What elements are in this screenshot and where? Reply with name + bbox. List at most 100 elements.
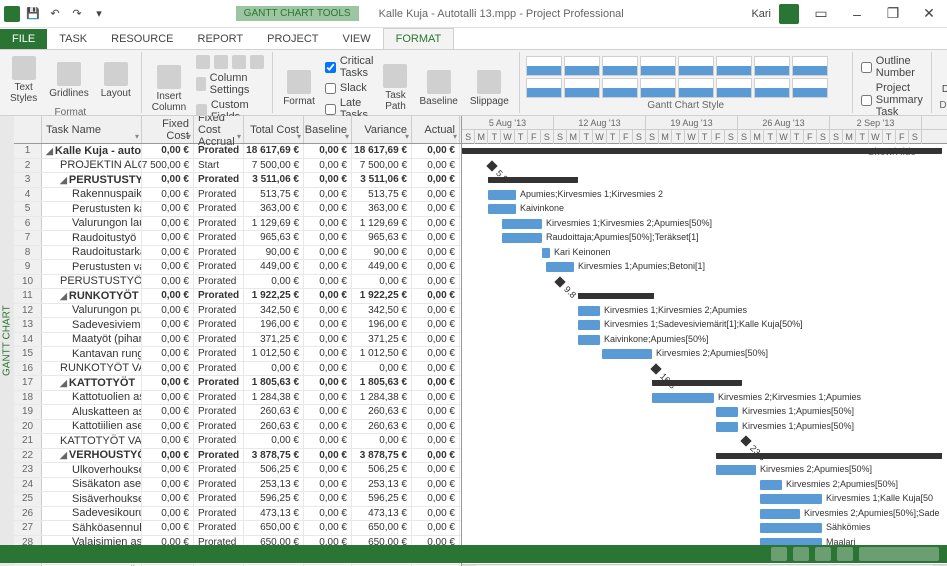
total-cost-cell[interactable]: 1 012,50 € (244, 347, 304, 361)
table-row[interactable]: 15Kantavan rungo0,00 €Prorated1 012,50 €… (14, 347, 461, 362)
total-cost-cell[interactable]: 196,00 € (244, 318, 304, 332)
accrual-cell[interactable]: Prorated (194, 376, 244, 390)
table-row[interactable]: 10PERUSTUSTYÖT VA0,00 €Prorated0,00 €0,0… (14, 275, 461, 290)
baseline-cell[interactable]: 0,00 € (304, 333, 352, 347)
fixed-cost-cell[interactable]: 0,00 € (142, 333, 194, 347)
baseline-cell[interactable]: 0,00 € (304, 405, 352, 419)
table-row[interactable]: 24Sisäkaton asent0,00 €Prorated253,13 €0… (14, 478, 461, 493)
task-name-cell[interactable]: Raudoitustyö (42, 231, 142, 245)
zoom-slider[interactable] (859, 547, 939, 561)
fixed-cost-cell[interactable]: 0,00 € (142, 289, 194, 303)
fixed-cost-cell[interactable]: 0,00 € (142, 231, 194, 245)
task-name-cell[interactable]: Sähköasennuks (42, 521, 142, 535)
view-shortcut-icon[interactable] (837, 547, 853, 561)
task-name-cell[interactable]: Ulkoverhouksen (42, 463, 142, 477)
task-name-cell[interactable]: ◢Kalle Kuja - autotalli (42, 144, 142, 158)
baseline-cell[interactable]: 0,00 € (304, 159, 352, 173)
task-bar[interactable]: Kirvesmies 2;Kirvesmies 1;Apumies (652, 393, 714, 403)
table-row[interactable]: 12Valurungon pur0,00 €Prorated342,50 €0,… (14, 304, 461, 319)
task-name-cell[interactable]: ◢PERUSTUSTYÖT (42, 173, 142, 187)
task-bar[interactable]: Kirvesmies 2;Apumies[50%] (602, 349, 652, 359)
column-settings-button[interactable]: Column Settings (194, 71, 266, 97)
baseline-cell[interactable]: 0,00 € (304, 304, 352, 318)
milestone[interactable]: 9.8 (554, 276, 565, 287)
table-row[interactable]: 25Sisäverhouksen0,00 €Prorated596,25 €0,… (14, 492, 461, 507)
table-row[interactable]: 3◢PERUSTUSTYÖT0,00 €Prorated3 511,06 €0,… (14, 173, 461, 188)
baseline-cell[interactable]: 0,00 € (304, 246, 352, 260)
summary-bar[interactable] (716, 453, 942, 459)
summary-bar[interactable] (462, 148, 942, 154)
table-row[interactable]: 14Maatyöt (pihan0,00 €Prorated371,25 €0,… (14, 333, 461, 348)
fixed-cost-cell[interactable]: 0,00 € (142, 449, 194, 463)
task-name-cell[interactable]: Kantavan rungo (42, 347, 142, 361)
accrual-cell[interactable]: Prorated (194, 507, 244, 521)
variance-cell[interactable]: 0,00 € (352, 362, 412, 376)
table-row[interactable]: 27Sähköasennuks0,00 €Prorated650,00 €0,0… (14, 521, 461, 536)
baseline-cell[interactable]: 0,00 € (304, 260, 352, 274)
task-path-button[interactable]: Task Path (379, 62, 411, 114)
view-shortcut-icon[interactable] (771, 547, 787, 561)
task-bar[interactable]: Kaivinkone (488, 204, 516, 214)
fixed-cost-cell[interactable]: 0,00 € (142, 188, 194, 202)
actual-cell[interactable]: 0,00 € (412, 318, 460, 332)
ribbon-minimize-icon[interactable]: ▭ (807, 4, 835, 24)
format-tab[interactable]: FORMAT (383, 28, 455, 49)
task-bar[interactable]: Kirvesmies 1;Apumies[50%] (716, 422, 738, 432)
table-row[interactable]: 21KATTOTYÖT VALM0,00 €Prorated0,00 €0,00… (14, 434, 461, 449)
accrual-cell[interactable]: Prorated (194, 420, 244, 434)
task-name-cell[interactable]: Sadevesiviemär (42, 318, 142, 332)
summary-bar[interactable] (578, 293, 654, 299)
variance-cell[interactable]: 363,00 € (352, 202, 412, 216)
baseline-cell[interactable]: 0,00 € (304, 391, 352, 405)
accrual-cell[interactable]: Prorated (194, 521, 244, 535)
align-buttons[interactable] (194, 54, 266, 70)
task-bar[interactable]: Kirvesmies 2;Apumies[50%];Sade (760, 509, 800, 519)
baseline-cell[interactable]: 0,00 € (304, 231, 352, 245)
drawing-button[interactable]: Drawing (938, 56, 947, 97)
baseline-cell[interactable]: 0,00 € (304, 376, 352, 390)
insert-column-button[interactable]: Insert Column (148, 63, 190, 115)
project-summary-checkbox[interactable]: Project Summary Task (859, 81, 925, 119)
style-swatch[interactable] (716, 56, 752, 76)
baseline-cell[interactable]: 0,00 € (304, 217, 352, 231)
actual-cell[interactable]: 0,00 € (412, 434, 460, 448)
variance-cell[interactable]: 1 805,63 € (352, 376, 412, 390)
qat-customize-icon[interactable]: ▾ (90, 5, 108, 23)
accrual-cell[interactable]: Prorated (194, 362, 244, 376)
file-tab[interactable]: FILE (0, 29, 47, 49)
variance-cell[interactable]: 90,00 € (352, 246, 412, 260)
actual-cell[interactable]: 0,00 € (412, 507, 460, 521)
total-cost-cell[interactable]: 513,75 € (244, 188, 304, 202)
accrual-cell[interactable]: Prorated (194, 391, 244, 405)
total-cost-cell[interactable]: 371,25 € (244, 333, 304, 347)
table-row[interactable]: 2PROJEKTIN ALOITT7 500,00 €Start7 500,00… (14, 159, 461, 174)
taskname-header[interactable]: Task Name▾ (42, 116, 142, 143)
milestone[interactable]: 16.8 (650, 363, 661, 374)
actual-cell[interactable]: 0,00 € (412, 333, 460, 347)
task-name-cell[interactable]: ◢VERHOUSTYÖT (42, 449, 142, 463)
style-swatch[interactable] (640, 56, 676, 76)
style-swatch[interactable] (602, 56, 638, 76)
fixed-cost-cell[interactable]: 0,00 € (142, 463, 194, 477)
actual-cell[interactable]: 0,00 € (412, 231, 460, 245)
table-row[interactable]: 22◢VERHOUSTYÖT0,00 €Prorated3 878,75 €0,… (14, 449, 461, 464)
variance-header[interactable]: Variance▾ (352, 116, 412, 143)
actual-cell[interactable]: 0,00 € (412, 217, 460, 231)
table-row[interactable]: 9Perustusten val0,00 €Prorated449,00 €0,… (14, 260, 461, 275)
actual-cell[interactable]: 0,00 € (412, 420, 460, 434)
actual-cell[interactable]: 0,00 € (412, 188, 460, 202)
task-name-cell[interactable]: Sisäverhouksen (42, 492, 142, 506)
qat-redo-icon[interactable]: ↷ (68, 5, 86, 23)
view-shortcut-icon[interactable] (793, 547, 809, 561)
accrual-cell[interactable]: Prorated (194, 231, 244, 245)
task-name-cell[interactable]: Raudoitustarkas (42, 246, 142, 260)
table-row[interactable]: 20Kattotiilien asen0,00 €Prorated260,63 … (14, 420, 461, 435)
baseline-cell[interactable]: 0,00 € (304, 434, 352, 448)
task-name-cell[interactable]: Aluskatteen ase (42, 405, 142, 419)
user-name[interactable]: Kari (751, 8, 771, 20)
fixed-cost-cell[interactable]: 0,00 € (142, 246, 194, 260)
table-row[interactable]: 23Ulkoverhouksen0,00 €Prorated506,25 €0,… (14, 463, 461, 478)
baseline-cell[interactable]: 0,00 € (304, 173, 352, 187)
fixed-cost-cell[interactable]: 0,00 € (142, 521, 194, 535)
task-name-cell[interactable]: KATTOTYÖT VALM (42, 434, 142, 448)
